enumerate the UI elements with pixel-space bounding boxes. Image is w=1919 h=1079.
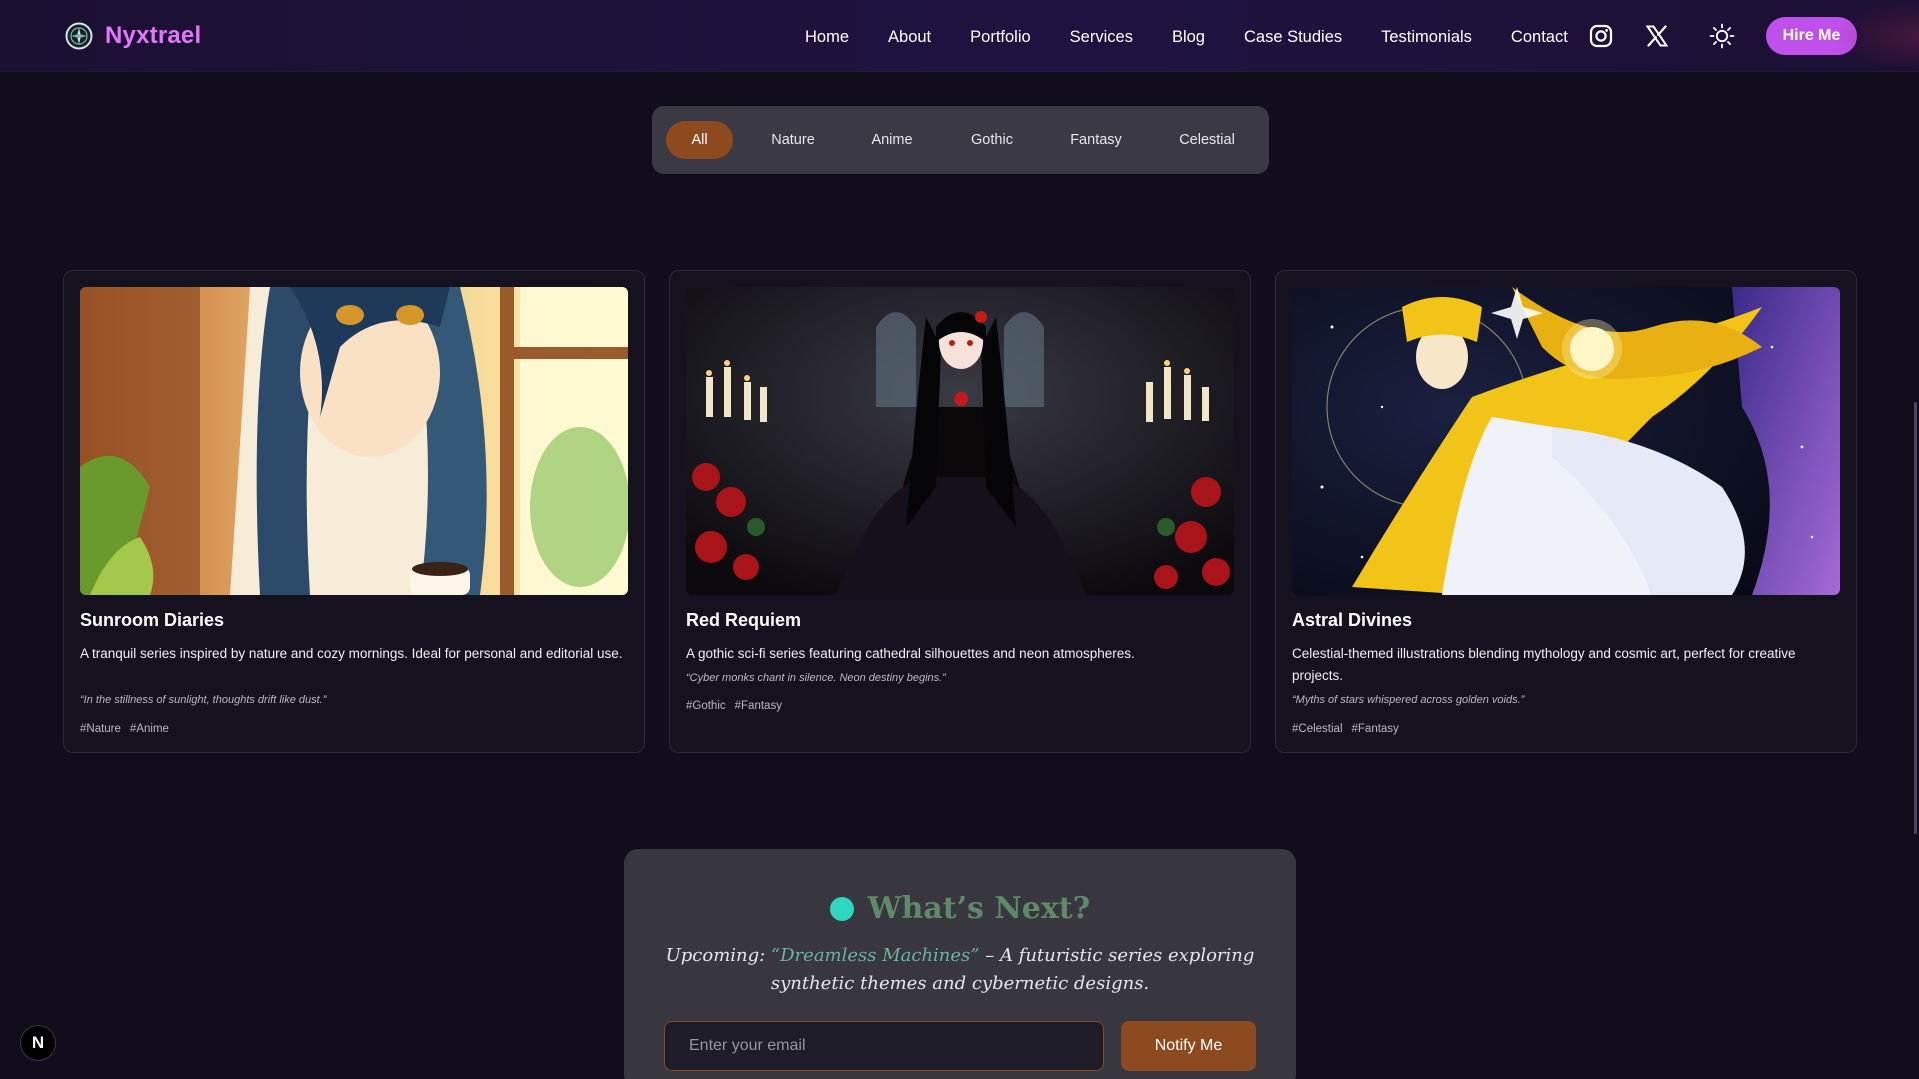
portfolio-card[interactable]: Sunroom Diaries A tranquil series inspir… — [63, 270, 645, 753]
card-tags: #Celestial #Fantasy — [1292, 723, 1399, 735]
brand[interactable]: Nyxtrael — [64, 21, 201, 51]
whats-next-description: Upcoming: “Dreamless Machines” – A futur… — [664, 942, 1256, 998]
card-title: Sunroom Diaries — [80, 610, 225, 630]
top-navbar: Nyxtrael Home About Portfolio Services B… — [0, 0, 1919, 72]
filter-fantasy[interactable]: Fantasy — [1058, 121, 1134, 159]
tag-gothic[interactable]: #Gothic — [686, 700, 726, 712]
card-title: Red Requiem — [686, 610, 802, 630]
upcoming-series-name: “Dreamless Machines” — [770, 945, 980, 966]
tag-anime[interactable]: #Anime — [130, 723, 169, 735]
card-description: Celestial-themed illustrations blending … — [1292, 646, 1796, 683]
hire-me-button[interactable]: Hire Me — [1766, 17, 1857, 55]
tag-nature[interactable]: #Nature — [80, 723, 121, 735]
nav-link-home[interactable]: Home — [805, 26, 849, 48]
nav-link-portfolio[interactable]: Portfolio — [970, 26, 1031, 48]
scrollbar-thumb[interactable] — [1914, 402, 1917, 834]
filter-gothic[interactable]: Gothic — [957, 121, 1027, 159]
filter-celestial[interactable]: Celestial — [1165, 121, 1249, 159]
compass-logo-icon — [64, 21, 94, 51]
portfolio-card[interactable]: Red Requiem A gothic sci-fi series featu… — [669, 270, 1251, 753]
card-quote: “Myths of stars whispered across golden … — [1292, 694, 1525, 706]
nav-link-services[interactable]: Services — [1070, 26, 1133, 48]
status-dot-icon — [829, 896, 854, 921]
card-quote: “In the stillness of sunlight, thoughts … — [80, 694, 327, 706]
whats-next-section: What’s Next? Upcoming: “Dreamless Machin… — [624, 849, 1296, 1079]
upcoming-prefix: Upcoming: — [665, 945, 771, 966]
filter-anime[interactable]: Anime — [859, 121, 925, 159]
card-artwork-red-requiem[interactable] — [686, 287, 1234, 595]
brand-name: Nyxtrael — [105, 22, 202, 49]
tag-fantasy[interactable]: #Fantasy — [1352, 723, 1399, 735]
tag-celestial[interactable]: #Celestial — [1292, 723, 1343, 735]
x-twitter-icon[interactable] — [1643, 22, 1671, 50]
nav-links: Home About Portfolio Services Blog Case … — [805, 26, 1607, 48]
email-input[interactable] — [664, 1021, 1104, 1071]
card-description: A gothic sci-fi series featuring cathedr… — [686, 646, 1135, 661]
nav-link-testimonials[interactable]: Testimonials — [1381, 26, 1472, 48]
page-scrollbar[interactable] — [1912, 72, 1919, 1079]
card-artwork-sunroom[interactable] — [80, 287, 628, 595]
whats-next-heading: What’s Next? — [624, 891, 1296, 926]
card-description: A tranquil series inspired by nature and… — [80, 646, 623, 661]
whats-next-title: What’s Next? — [867, 891, 1091, 926]
filter-nature[interactable]: Nature — [759, 121, 827, 159]
category-filter-bar: All Nature Anime Gothic Fantasy Celestia… — [652, 106, 1269, 174]
card-tags: #Nature #Anime — [80, 723, 169, 735]
card-artwork-astral-divines[interactable] — [1292, 287, 1840, 595]
tag-fantasy[interactable]: #Fantasy — [735, 700, 782, 712]
sun-theme-toggle-icon[interactable] — [1708, 22, 1736, 50]
nav-link-contact[interactable]: Contact — [1511, 26, 1568, 48]
instagram-icon[interactable] — [1587, 22, 1615, 50]
portfolio-card[interactable]: Astral Divines Celestial-themed illustra… — [1275, 270, 1857, 753]
card-tags: #Gothic #Fantasy — [686, 700, 782, 712]
card-quote: “Cyber monks chant in silence. Neon dest… — [686, 672, 946, 684]
dev-indicator-badge[interactable]: N — [20, 1025, 56, 1061]
nav-link-about[interactable]: About — [888, 26, 931, 48]
card-title: Astral Divines — [1292, 610, 1413, 630]
nav-link-case-studies[interactable]: Case Studies — [1244, 26, 1342, 48]
nav-link-blog[interactable]: Blog — [1172, 26, 1205, 48]
notify-me-button[interactable]: Notify Me — [1121, 1021, 1256, 1071]
filter-all[interactable]: All — [666, 121, 733, 159]
